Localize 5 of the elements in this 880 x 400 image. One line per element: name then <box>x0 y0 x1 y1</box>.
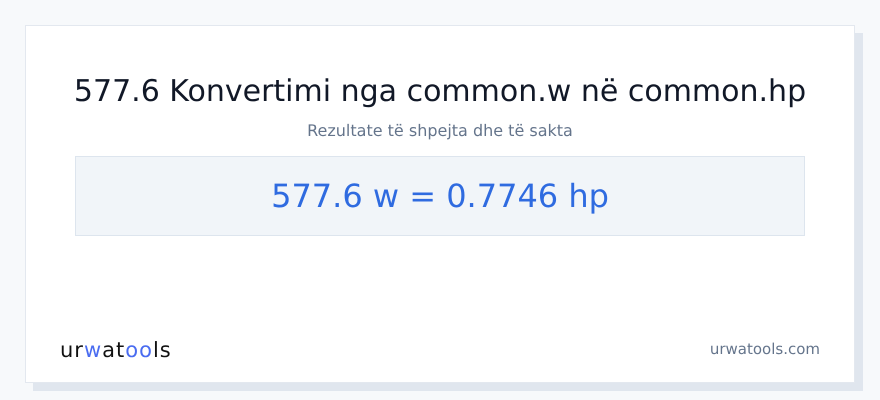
page-title: 577.6 Konvertimi nga common.w në common.hp <box>74 73 806 111</box>
site-url: urwatools.com <box>710 340 820 358</box>
logo: urwatools <box>60 338 172 362</box>
conversion-result: 577.6 w = 0.7746 hp <box>271 177 609 215</box>
subtitle: Rezultate të shpejta dhe të sakta <box>307 120 573 142</box>
